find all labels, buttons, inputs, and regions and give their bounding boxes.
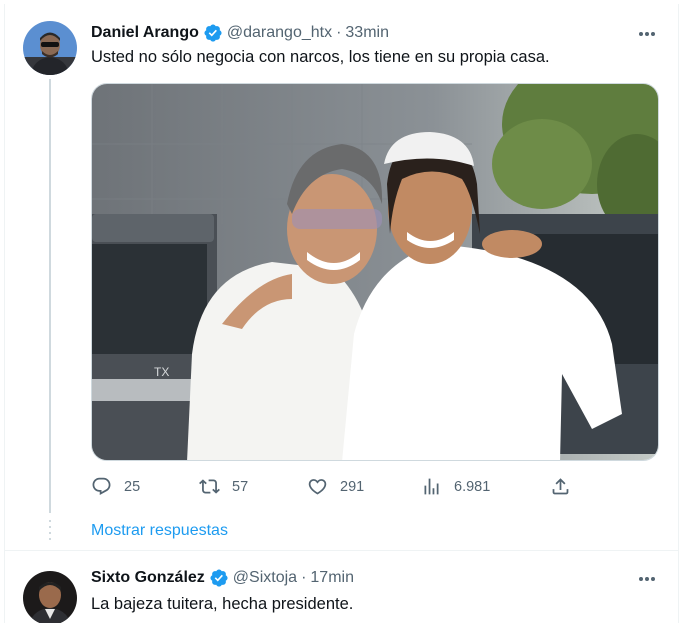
author-handle[interactable]: @Sixtoja	[233, 569, 297, 587]
verified-badge-icon	[203, 23, 223, 43]
separator-dot: ·	[336, 24, 342, 41]
verified-badge-icon	[209, 568, 229, 588]
more-options-icon[interactable]	[636, 24, 658, 44]
like-icon	[308, 479, 327, 495]
tweet-timestamp[interactable]: 17min	[310, 569, 354, 587]
author-name[interactable]: Sixto González	[91, 569, 205, 587]
thread-dotted-line	[49, 520, 51, 544]
reply-count: 25	[124, 478, 141, 495]
tweet-photo[interactable]: TX	[91, 83, 659, 461]
more-options-icon[interactable]	[636, 569, 658, 589]
tweet-actions: 25 57 291 6.981	[91, 476, 571, 500]
tweet-header: Sixto González @Sixtoja · 17min	[91, 568, 354, 588]
tweet-sixto-gonzalez[interactable]: Sixto González @Sixtoja · 17min La bajez…	[5, 550, 678, 623]
share-button[interactable]	[550, 476, 571, 497]
thread-connector-line	[49, 79, 51, 513]
author-name[interactable]: Daniel Arango	[91, 24, 199, 42]
views-icon	[424, 478, 439, 495]
tweet-daniel-arango[interactable]: Daniel Arango @darango_htx · 33min Usted…	[5, 4, 678, 550]
avatar-sixto-gonzalez[interactable]	[23, 571, 77, 623]
tweet-text: Usted no sólo negocia con narcos, los ti…	[91, 48, 550, 66]
author-handle[interactable]: @darango_htx	[227, 24, 332, 42]
retweet-button[interactable]: 57	[199, 476, 248, 497]
avatar-daniel-arango[interactable]	[23, 21, 77, 75]
retweet-icon	[199, 479, 220, 494]
tweet-header: Daniel Arango @darango_htx · 33min	[91, 23, 389, 43]
reply-icon	[92, 477, 111, 495]
tweet-text: La bajeza tuitera, hecha presidente.	[91, 595, 354, 613]
svg-text:TX: TX	[154, 365, 169, 379]
views-button[interactable]: 6.981	[421, 476, 490, 497]
show-replies-link[interactable]: Mostrar respuestas	[91, 522, 228, 540]
timeline: Daniel Arango @darango_htx · 33min Usted…	[4, 4, 679, 623]
views-count: 6.981	[454, 478, 491, 495]
like-button[interactable]: 291	[307, 476, 364, 497]
separator-dot: ·	[301, 569, 307, 586]
tweet-timestamp[interactable]: 33min	[345, 24, 389, 42]
reply-button[interactable]: 25	[91, 476, 140, 497]
share-icon	[552, 478, 569, 495]
retweet-count: 57	[232, 478, 249, 495]
like-count: 291	[340, 478, 365, 495]
